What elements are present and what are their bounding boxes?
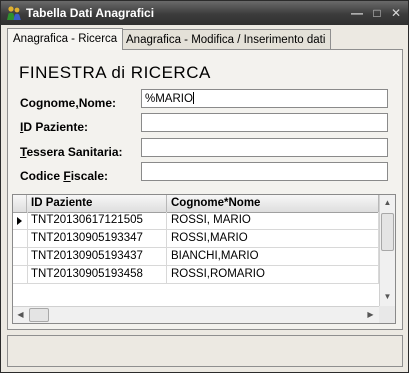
tab-anagrafica-modifica[interactable]: Anagrafica - Modifica / Inserimento dati [120,29,332,49]
cognome-nome-label: Cognome,Nome: [20,96,117,110]
horizontal-scroll-thumb[interactable] [29,308,49,322]
app-window: Tabella Dati Anagrafici — □ ✕ Anagrafica… [0,0,409,373]
cell-id-paziente[interactable]: TNT20130617121505 [27,212,167,229]
cell-id-paziente[interactable]: TNT20130905193347 [27,230,167,247]
grid-header: ID Paziente Cognome*Nome [13,195,379,213]
cell-id-paziente[interactable]: TNT20130905193458 [27,266,167,283]
vertical-scrollbar[interactable]: ▲ ▼ [379,195,395,306]
scroll-down-icon[interactable]: ▼ [380,289,395,305]
maximize-button[interactable]: □ [369,5,385,21]
cell-cognome-nome[interactable]: BIANCHI,MARIO [167,248,379,265]
people-icon [7,6,21,20]
minimize-button[interactable]: — [349,5,365,21]
row-indicator [13,266,28,283]
results-grid[interactable]: ID Paziente Cognome*Nome TNT201306171215… [12,194,396,324]
id-paziente-label: ID Paziente: [20,120,89,134]
cognome-nome-input[interactable]: %MARIO [141,89,388,108]
table-row[interactable]: TNT20130617121505 ROSSI, MARIO [13,212,379,230]
tessera-sanitaria-input[interactable] [141,138,388,157]
cell-id-paziente[interactable]: TNT20130905193437 [27,248,167,265]
id-paziente-input[interactable] [141,113,388,132]
column-header-id-paziente[interactable]: ID Paziente [27,195,167,212]
indicator-header [13,195,27,212]
scrollbar-corner [379,306,395,323]
row-pointer-icon [17,217,22,225]
horizontal-scrollbar[interactable]: ◀ ▶ [13,306,379,323]
window-title: Tabella Dati Anagrafici [26,6,155,20]
search-panel: FINESTRA di RICERCA Cognome,Nome: %MARIO… [7,49,403,330]
table-row[interactable]: TNT20130905193347 ROSSI,MARIO [13,230,379,248]
table-row[interactable]: TNT20130905193458 ROSSI,ROMARIO [13,266,379,284]
section-title: FINESTRA di RICERCA [19,63,211,82]
text-caret [192,92,194,104]
close-button[interactable]: ✕ [388,5,404,21]
table-row[interactable]: TNT20130905193437 BIANCHI,MARIO [13,248,379,266]
title-bar[interactable]: Tabella Dati Anagrafici — □ ✕ [1,1,408,25]
cell-cognome-nome[interactable]: ROSSI, MARIO [167,212,379,229]
scroll-left-icon[interactable]: ◀ [13,307,28,323]
scroll-up-icon[interactable]: ▲ [380,195,395,211]
current-row-indicator [13,212,28,229]
codice-fiscale-input[interactable] [141,162,388,181]
tab-strip: Anagrafica - Ricerca Anagrafica - Modifi… [7,28,403,50]
vertical-scroll-thumb[interactable] [381,213,394,251]
row-indicator [13,248,28,265]
status-bar [7,335,403,367]
scroll-right-icon[interactable]: ▶ [363,307,378,323]
cell-cognome-nome[interactable]: ROSSI,ROMARIO [167,266,379,283]
row-indicator [13,230,28,247]
cell-cognome-nome[interactable]: ROSSI,MARIO [167,230,379,247]
column-header-cognome-nome[interactable]: Cognome*Nome [167,195,379,212]
tab-anagrafica-ricerca[interactable]: Anagrafica - Ricerca [7,28,124,50]
codice-fiscale-label: Codice Fiscale: [20,169,109,183]
tessera-sanitaria-label: Tessera Sanitaria: [20,145,123,159]
